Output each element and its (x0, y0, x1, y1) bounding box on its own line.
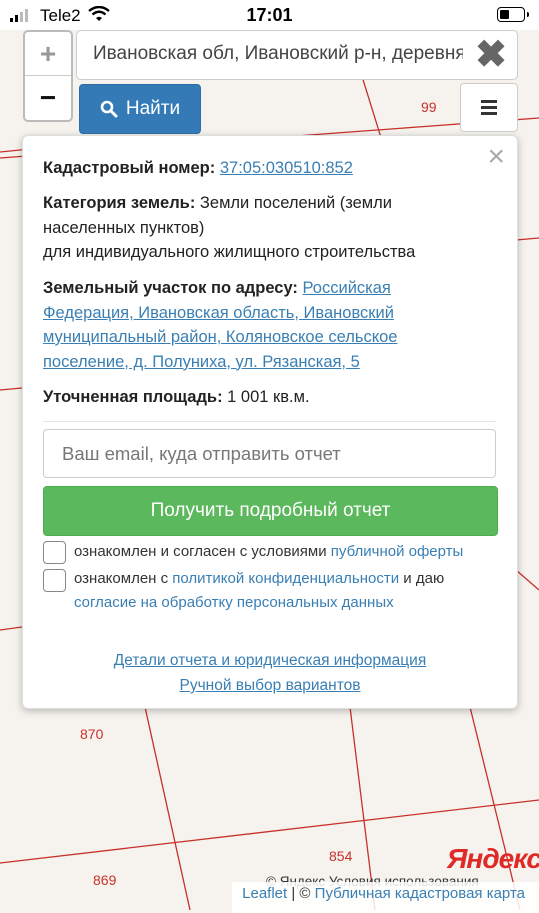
battery-icon (497, 7, 529, 22)
clear-search-icon[interactable]: ✖ (475, 36, 507, 74)
area-value: 1 001 кв.м. (227, 388, 310, 406)
address-row: Земельный участок по адресу: Российская … (43, 276, 498, 374)
email-placeholder: Ваш email, куда отправить отчет (62, 443, 341, 464)
zoom-out-button[interactable]: − (25, 76, 71, 119)
data-processing-consent-link[interactable]: согласие на обработку персональных данны… (74, 594, 394, 611)
land-category-label: Категория земель: (43, 194, 196, 212)
area-label: Уточненная площадь: (43, 388, 223, 406)
manual-selection-link[interactable]: Ручной выбор вариантов (23, 677, 517, 695)
status-bar: Tele2 17:01 (0, 0, 539, 30)
attribution-separator: | © (287, 885, 315, 902)
land-category-row: Категория земель: Земли поселений (земли… (43, 191, 498, 265)
parcel-number-label: 869 (93, 872, 117, 888)
find-button[interactable]: Найти (79, 84, 201, 134)
find-button-label: Найти (125, 98, 181, 119)
parcel-number-label: 854 (329, 848, 353, 864)
privacy-consent-text: и даю (399, 570, 445, 587)
offer-consent-row: ознакомлен и согласен с условиями публич… (43, 540, 503, 566)
area-row: Уточненная площадь: 1 001 кв.м. (43, 385, 498, 410)
privacy-consent-checkbox[interactable] (43, 569, 66, 592)
address-label: Земельный участок по адресу: (43, 279, 298, 297)
pkk-link[interactable]: Публичная кадастровая карта (315, 885, 525, 902)
cadastral-number-link[interactable]: 37:05:030510:852 (220, 159, 353, 177)
zoom-in-button[interactable]: + (25, 32, 71, 76)
offer-consent-text: ознакомлен и согласен с условиями (74, 543, 331, 560)
privacy-consent-text: ознакомлен с (74, 570, 173, 587)
offer-consent-checkbox[interactable] (43, 541, 66, 564)
land-category-value: для индивидуального жилищного строительс… (43, 243, 416, 261)
search-icon (100, 100, 118, 118)
menu-button[interactable] (460, 83, 518, 132)
search-input[interactable]: Ивановская обл, Ивановский р-н, деревня … (93, 43, 463, 65)
address-link[interactable]: поселение, д. Полуниха, ул. Рязанская, 5 (43, 353, 360, 371)
address-link[interactable]: Российская (303, 279, 391, 297)
parcel-number-label: 870 (80, 726, 104, 742)
parcel-info-popup: × Кадастровый номер: 37:05:030510:852 Ка… (22, 135, 518, 709)
address-link[interactable]: муниципальный район, Коляновское сельско… (43, 328, 397, 346)
email-field[interactable]: Ваш email, куда отправить отчет (43, 429, 496, 478)
privacy-consent-row: ознакомлен с политикой конфиденциальност… (43, 567, 503, 617)
cadastral-number-label: Кадастровый номер: (43, 159, 216, 177)
hamburger-icon (481, 100, 497, 103)
zoom-control: + − (23, 30, 73, 122)
yandex-logo: Яндекс (447, 843, 539, 874)
clock: 17:01 (246, 5, 293, 25)
public-offer-link[interactable]: публичной оферты (331, 543, 464, 560)
privacy-policy-link[interactable]: политикой конфиденциальности (172, 570, 399, 587)
cadastral-number-row: Кадастровый номер: 37:05:030510:852 (43, 156, 498, 181)
land-category-value: Земли поселений (земли (199, 194, 393, 212)
leaflet-link[interactable]: Leaflet (242, 885, 287, 902)
address-link[interactable]: Федерация, Ивановская область, Ивановски… (43, 304, 394, 322)
map-attribution: Leaflet | © Публичная кадастровая карта (232, 882, 539, 913)
address-search-field[interactable]: Ивановская обл, Ивановский р-н, деревня … (76, 30, 518, 80)
parcel-number-label: 99 (421, 99, 437, 115)
divider (43, 421, 496, 422)
report-details-link[interactable]: Детали отчета и юридическая информация (23, 652, 517, 670)
land-category-value: населенных пунктов) (43, 218, 205, 237)
get-report-button[interactable]: Получить подробный отчет (43, 486, 498, 536)
